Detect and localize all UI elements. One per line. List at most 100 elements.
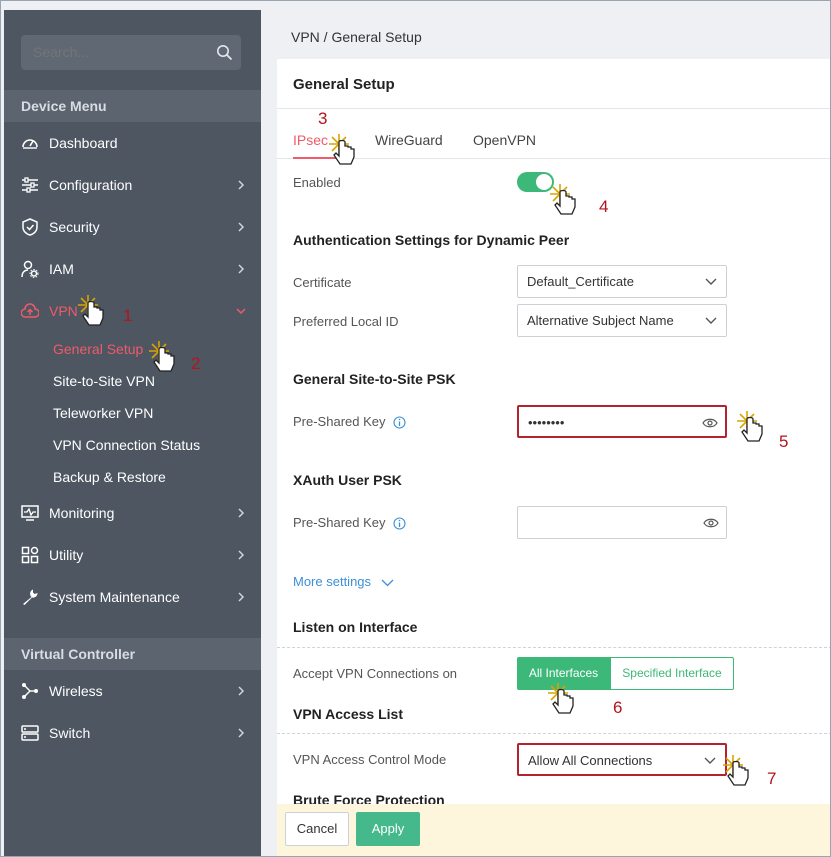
vpn-access-list-heading: VPN Access List (293, 706, 403, 722)
step-number: 2 (191, 354, 201, 373)
monitor-icon (21, 505, 39, 521)
sidebar-item-iam[interactable]: IAM (4, 252, 261, 286)
utility-icon (21, 546, 39, 564)
submenu-teleworker-vpn[interactable]: Teleworker VPN (53, 404, 153, 422)
certificate-value: Default_Certificate (527, 274, 634, 289)
listen-interface-heading: Listen on Interface (293, 619, 418, 635)
step-number: 6 (613, 698, 623, 717)
pointer-hand-icon (548, 683, 574, 714)
apply-button[interactable]: Apply (356, 812, 420, 846)
eye-icon[interactable] (703, 517, 719, 529)
sidebar-item-label: Switch (49, 725, 91, 741)
tab-openvpn[interactable]: OpenVPN (473, 132, 536, 148)
sidebar-item-monitoring[interactable]: Monitoring (4, 496, 261, 530)
chevron-down-icon (705, 278, 717, 285)
user-gear-icon (21, 260, 39, 278)
sidebar-item-system-maintenance[interactable]: System Maintenance (4, 580, 261, 614)
sidebar-item-dashboard[interactable]: Dashboard (4, 126, 261, 160)
specified-interface-button[interactable]: Specified Interface (610, 657, 734, 690)
step-number: 1 (123, 306, 133, 325)
pointer-hand-icon (737, 411, 763, 442)
site-to-site-psk-heading: General Site-to-Site PSK (293, 371, 456, 387)
sidebar-item-label: Utility (49, 547, 84, 563)
submenu-backup-restore[interactable]: Backup & Restore (53, 468, 166, 486)
sidebar-item-label: Configuration (49, 177, 133, 193)
enabled-label: Enabled (293, 175, 341, 190)
switch-icon (21, 725, 39, 741)
pointer-hand-icon (78, 295, 104, 326)
submenu-vpn-connection-status[interactable]: VPN Connection Status (53, 436, 200, 454)
search-box (21, 35, 241, 70)
action-footer: Cancel Apply (277, 804, 830, 856)
pointer-hand-icon (329, 134, 355, 165)
psk-value: •••••••• (528, 415, 565, 430)
dashed-divider (277, 647, 830, 648)
chevron-down-icon (704, 757, 716, 764)
info-icon[interactable] (393, 517, 406, 530)
xauth-psk-heading: XAuth User PSK (293, 472, 402, 488)
search-icon[interactable] (216, 44, 233, 61)
certificate-select[interactable]: Default_Certificate (517, 265, 727, 298)
step-number: 4 (599, 197, 609, 216)
chevron-down-icon (705, 317, 717, 324)
certificate-label: Certificate (293, 275, 352, 290)
step-number: 7 (767, 769, 777, 788)
auth-settings-heading: Authentication Settings for Dynamic Peer (293, 232, 570, 248)
access-mode-select[interactable]: Allow All Connections (517, 743, 727, 776)
general-setup-card: General Setup IPsec WireGuard OpenVPN En… (277, 59, 830, 856)
tab-wireguard[interactable]: WireGuard (375, 132, 443, 148)
sidebar: Device Menu Dashboard Configuration Secu… (4, 10, 261, 856)
cloud-upload-icon (21, 303, 39, 318)
psk-input[interactable]: •••••••• (517, 405, 727, 438)
tab-ipsec[interactable]: IPsec (293, 132, 328, 148)
sidebar-item-label: Monitoring (49, 505, 115, 521)
chevron-right-icon (238, 180, 245, 190)
app-window: Device Menu Dashboard Configuration Secu… (0, 0, 831, 857)
accept-vpn-label: Accept VPN Connections on (293, 666, 458, 681)
divider (277, 108, 830, 109)
dashboard-icon (22, 139, 38, 149)
sidebar-item-security[interactable]: Security (4, 210, 261, 244)
submenu-site-to-site-vpn[interactable]: Site-to-Site VPN (53, 372, 155, 390)
chevron-right-icon (238, 508, 245, 518)
pointer-hand-icon (550, 184, 576, 215)
preferred-local-id-select[interactable]: Alternative Subject Name (517, 304, 727, 337)
step-number: 5 (779, 432, 789, 451)
chevron-down-icon (236, 308, 246, 315)
sidebar-item-utility[interactable]: Utility (4, 538, 261, 572)
search-input[interactable] (33, 35, 203, 70)
sidebar-item-configuration[interactable]: Configuration (4, 168, 261, 202)
sidebar-item-switch[interactable]: Switch (4, 716, 261, 750)
cancel-button[interactable]: Cancel (285, 812, 349, 846)
sidebar-item-label: IAM (49, 261, 74, 277)
xauth-psk-input[interactable] (517, 506, 727, 539)
preferred-local-id-label: Preferred Local ID (293, 314, 399, 329)
more-settings-link[interactable]: More settings (293, 574, 394, 589)
sidebar-item-wireless[interactable]: Wireless (4, 674, 261, 708)
chevron-right-icon (238, 686, 245, 696)
sidebar-item-label: System Maintenance (49, 589, 180, 605)
eye-icon[interactable] (702, 417, 718, 429)
preferred-local-id-value: Alternative Subject Name (527, 313, 674, 328)
chevron-right-icon (238, 550, 245, 560)
dashed-divider (277, 733, 830, 734)
submenu-general-setup[interactable]: General Setup (53, 340, 143, 358)
chevron-right-icon (238, 728, 245, 738)
sidebar-item-vpn[interactable]: VPN (4, 294, 261, 328)
chevron-right-icon (238, 592, 245, 602)
chevron-down-icon (381, 579, 394, 586)
pointer-hand-icon (723, 755, 749, 786)
step-number: 3 (318, 109, 328, 128)
sidebar-item-label: Dashboard (49, 135, 118, 151)
info-icon[interactable] (393, 416, 406, 429)
wireless-icon (22, 683, 38, 699)
chevron-right-icon (238, 222, 245, 232)
sliders-icon (22, 177, 38, 193)
shield-icon (22, 218, 38, 236)
psk-label: Pre-Shared Key (293, 414, 386, 429)
virtual-controller-title: Virtual Controller (4, 638, 261, 670)
device-menu-title: Device Menu (4, 90, 261, 122)
sidebar-item-label: Wireless (49, 683, 103, 699)
sidebar-item-label: Security (49, 219, 100, 235)
more-settings-label: More settings (293, 574, 372, 589)
